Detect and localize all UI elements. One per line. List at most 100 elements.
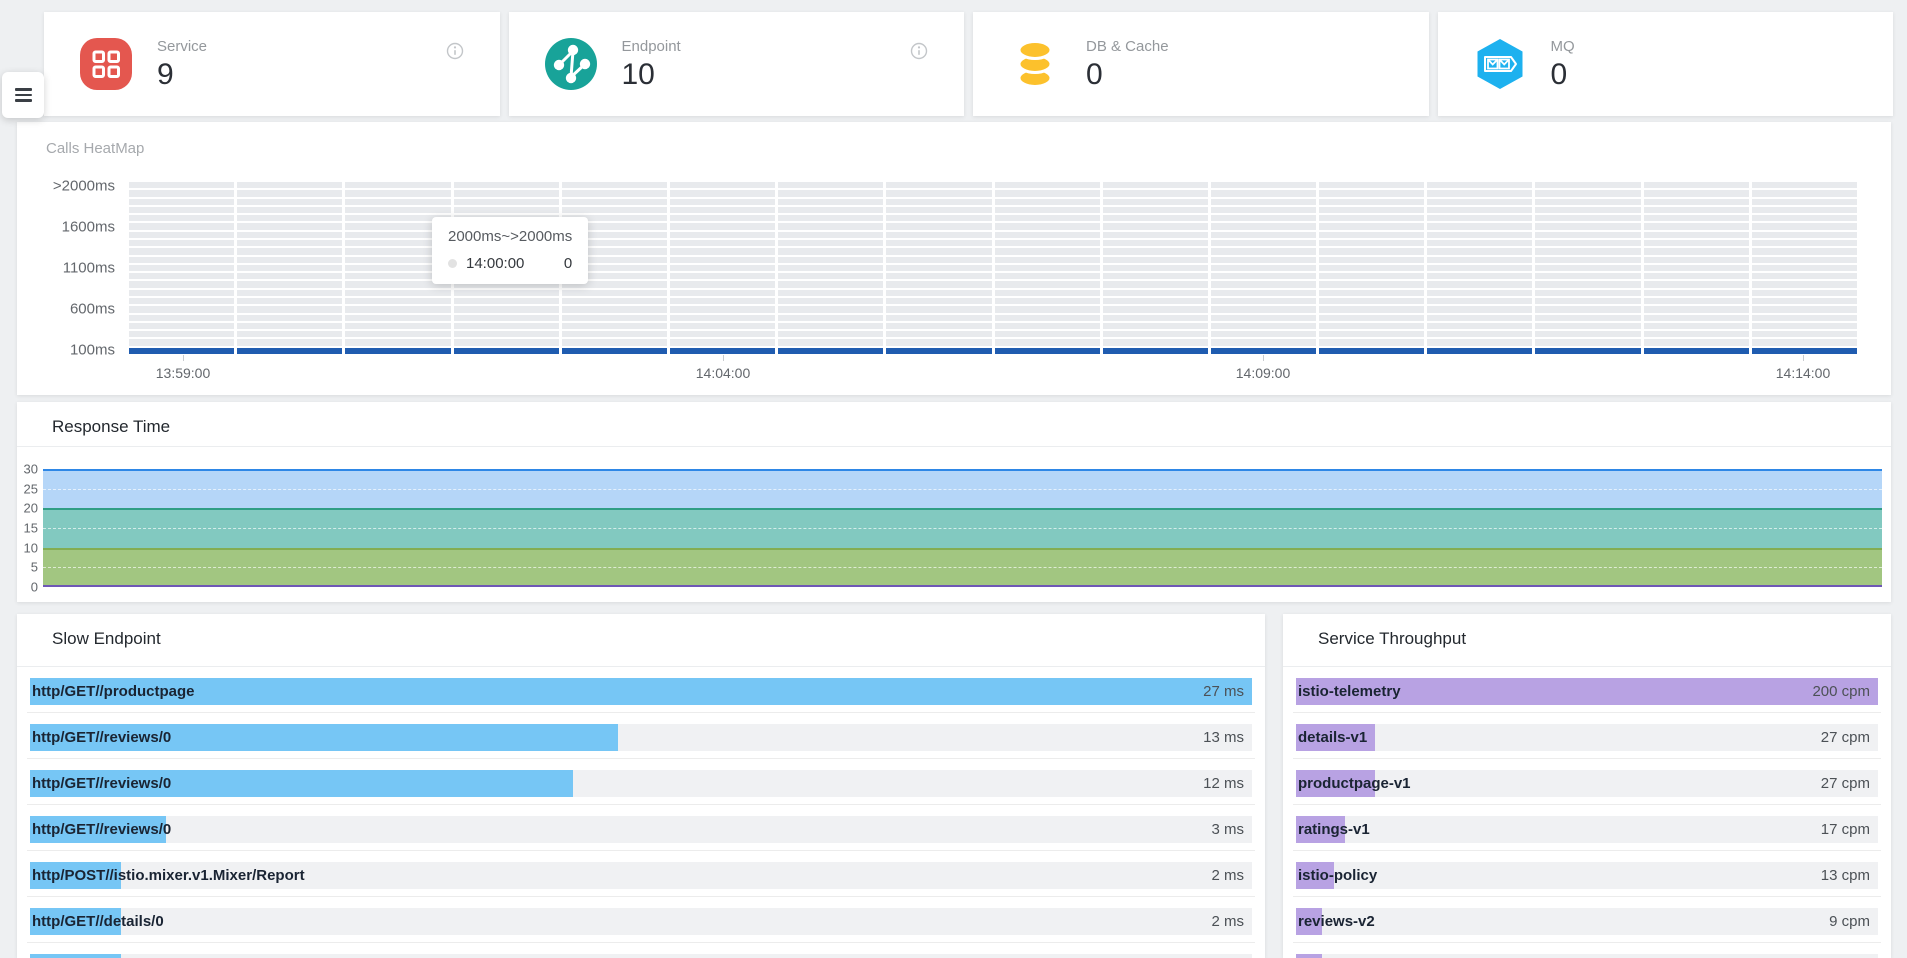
calls-heatmap-panel: Calls HeatMap >2000ms 1600ms 1100ms 600m… — [17, 122, 1891, 395]
bar-track — [1296, 862, 1878, 889]
rt-y-tick: 10 — [17, 540, 38, 555]
tooltip-marker-dot — [448, 259, 457, 268]
endpoint-name: http/GET//details/0 — [32, 908, 164, 935]
service-name: istio-policy — [1298, 862, 1377, 889]
x-axis-tick — [183, 355, 184, 361]
endpoint-name: http/GET//productpage — [32, 678, 195, 705]
row-divider — [27, 758, 1255, 759]
row-divider — [27, 942, 1255, 943]
endpoint-bar-row[interactable]: http/POST//istio.mixer.v1.Mixer/Report 2… — [30, 862, 1252, 889]
service-name: reviews-v2 — [1298, 908, 1375, 935]
divider — [1283, 666, 1891, 667]
card-endpoint: Endpoint 10 — [509, 12, 965, 116]
row-divider — [27, 896, 1255, 897]
heatmap-y-label: 600ms — [17, 301, 115, 318]
card-value: 0 — [1551, 60, 1575, 90]
endpoint-value: 12 ms — [1203, 770, 1244, 797]
service-bar-row[interactable]: ratings-v1 17 cpm — [1296, 816, 1878, 843]
heatmap-x-label: 14:04:00 — [696, 365, 751, 381]
heatmap-y-label: 1100ms — [17, 260, 115, 277]
x-axis-tick — [1803, 355, 1804, 361]
endpoint-bar-row[interactable]: http/GET//reviews/0 12 ms — [30, 770, 1252, 797]
row-divider — [1293, 712, 1881, 713]
endpoint-value: 2 ms — [1211, 862, 1244, 889]
heatmap-y-label: >2000ms — [17, 178, 115, 195]
row-divider — [27, 712, 1255, 713]
rt-y-tick: 20 — [17, 501, 38, 516]
heatmap-y-label: 1600ms — [17, 219, 115, 236]
info-icon[interactable] — [446, 42, 464, 60]
service-bar-row[interactable]: productpage-v1 27 cpm — [1296, 770, 1878, 797]
service-bar-row[interactable]: details-v1 27 cpm — [1296, 724, 1878, 751]
endpoint-name: http/GET//reviews/0 — [32, 816, 171, 843]
service-name: ratings-v1 — [1298, 816, 1370, 843]
database-icon — [1008, 37, 1062, 91]
bar-track — [1296, 724, 1878, 751]
mq-hexagon-icon — [1473, 37, 1527, 91]
response-time-chart[interactable] — [43, 469, 1882, 587]
service-throughput-title: Service Throughput — [1318, 629, 1466, 649]
endpoint-network-icon — [544, 37, 598, 91]
endpoint-value: 27 ms — [1203, 678, 1244, 705]
bar-fill — [1296, 954, 1322, 958]
service-name: productpage-v1 — [1298, 770, 1411, 797]
row-divider — [1293, 942, 1881, 943]
heatmap-x-label: 14:09:00 — [1236, 365, 1291, 381]
bar-track — [1296, 954, 1878, 958]
x-axis-tick — [1263, 355, 1264, 361]
rt-y-tick: 25 — [17, 481, 38, 496]
endpoint-value: 2 ms — [1211, 908, 1244, 935]
row-divider — [1293, 896, 1881, 897]
slow-endpoint-panel: Slow Endpoint http/GET//productpage 27 m… — [17, 614, 1265, 958]
service-value: 9 cpm — [1829, 908, 1870, 935]
row-divider — [1293, 804, 1881, 805]
card-db-cache: DB & Cache 0 — [973, 12, 1429, 116]
card-label: DB & Cache — [1086, 38, 1169, 55]
divider — [17, 666, 1265, 667]
info-icon[interactable] — [910, 42, 928, 60]
heatmap-grid[interactable] — [129, 182, 1857, 354]
bar-fill — [30, 678, 1252, 705]
endpoint-name: http/POST//istio.mixer.v1.Mixer/Report — [32, 862, 305, 889]
service-value: 200 cpm — [1812, 678, 1870, 705]
endpoint-bar-row-partial[interactable] — [30, 954, 1252, 958]
card-label: MQ — [1551, 38, 1575, 55]
card-service: Service 9 — [44, 12, 500, 116]
rt-y-tick: 15 — [17, 521, 38, 536]
endpoint-name: http/GET//reviews/0 — [32, 724, 171, 751]
service-grid-icon — [79, 37, 133, 91]
heatmap-tooltip: 2000ms~>2000ms 14:00:00 0 — [432, 217, 588, 284]
row-divider — [27, 850, 1255, 851]
bar-track — [1296, 816, 1878, 843]
card-label: Endpoint — [622, 38, 681, 55]
tooltip-title: 2000ms~>2000ms — [448, 228, 572, 245]
service-bar-row[interactable]: istio-policy 13 cpm — [1296, 862, 1878, 889]
response-time-title: Response Time — [52, 417, 170, 437]
rt-y-tick: 5 — [17, 560, 38, 575]
row-divider — [1293, 758, 1881, 759]
sidebar-toggle-button[interactable] — [2, 72, 44, 118]
endpoint-bar-row[interactable]: http/GET//details/0 2 ms — [30, 908, 1252, 935]
service-bar-row[interactable]: istio-telemetry 200 cpm — [1296, 678, 1878, 705]
endpoint-bar-row[interactable]: http/GET//productpage 27 ms — [30, 678, 1252, 705]
endpoint-name: http/GET//reviews/0 — [32, 770, 171, 797]
service-name: details-v1 — [1298, 724, 1367, 751]
service-value: 17 cpm — [1821, 816, 1870, 843]
divider — [17, 446, 1891, 447]
heatmap-x-label: 14:14:00 — [1776, 365, 1831, 381]
tooltip-value: 0 — [554, 255, 572, 272]
slow-endpoint-title: Slow Endpoint — [52, 629, 161, 649]
service-bar-row-partial[interactable] — [1296, 954, 1878, 958]
endpoint-bar-row[interactable]: http/GET//reviews/0 3 ms — [30, 816, 1252, 843]
service-value: 27 cpm — [1821, 770, 1870, 797]
tooltip-time: 14:00:00 — [466, 255, 524, 272]
bar-track — [30, 954, 1252, 958]
bar-track — [1296, 908, 1878, 935]
card-value: 0 — [1086, 60, 1169, 90]
heatmap-x-label: 13:59:00 — [156, 365, 211, 381]
x-axis-tick — [723, 355, 724, 361]
response-time-panel: Response Time 30 25 20 15 10 5 0 — [17, 402, 1891, 602]
service-name: istio-telemetry — [1298, 678, 1401, 705]
endpoint-bar-row[interactable]: http/GET//reviews/0 13 ms — [30, 724, 1252, 751]
service-bar-row[interactable]: reviews-v2 9 cpm — [1296, 908, 1878, 935]
